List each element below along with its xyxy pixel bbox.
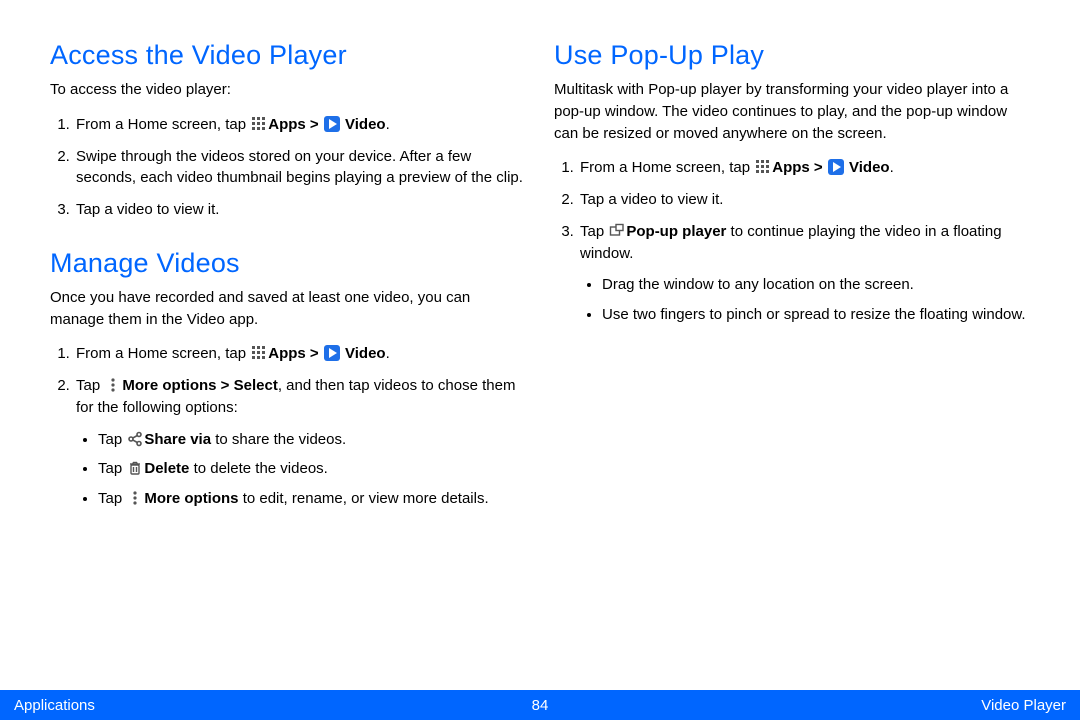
footer-right: Video Player [981,697,1066,714]
step-item: Tap More options > Select, and then tap … [74,370,526,519]
apps-grid-icon [251,345,267,361]
section-manage-videos: Manage Videos Once you have recorded and… [50,248,526,519]
apps-grid-icon [251,116,267,132]
right-column: Use Pop-Up Play Multitask with Pop-up pl… [554,40,1030,541]
intro-text: Once you have recorded and saved at leas… [50,287,526,331]
page-footer: Applications 84 Video Player [0,690,1080,720]
heading-popup: Use Pop-Up Play [554,40,1030,71]
bullet-item: Drag the window to any location on the s… [602,270,1030,300]
apps-grid-icon [755,159,771,175]
step-item: Tap a video to view it. [578,184,1030,216]
bullet-item: Tap Share via to share the videos. [98,425,526,455]
popup-steps: From a Home screen, tap Apps > Video. Ta… [554,152,1030,335]
step-item: Swipe through the videos stored on your … [74,141,526,195]
left-column: Access the Video Player To access the vi… [50,40,526,541]
video-play-icon [324,116,340,132]
step-item: From a Home screen, tap Apps > Video. [74,338,526,370]
section-popup-play: Use Pop-Up Play Multitask with Pop-up pl… [554,40,1030,335]
popup-window-icon [609,223,625,239]
more-options-icon [127,490,143,506]
step-item: From a Home screen, tap Apps > Video. [578,152,1030,184]
step-item: Tap a video to view it. [74,194,526,226]
step-item: From a Home screen, tap Apps > Video. [74,109,526,141]
heading-manage: Manage Videos [50,248,526,279]
video-play-icon [828,159,844,175]
video-play-icon [324,345,340,361]
access-steps: From a Home screen, tap Apps > Video. Sw… [50,109,526,226]
footer-left: Applications [14,697,95,714]
delete-icon [127,460,143,476]
manage-bullets: Tap Share via to share the videos. Tap D… [76,425,526,514]
more-options-icon [105,377,121,393]
bullet-item: Use two fingers to pinch or spread to re… [602,300,1030,330]
popup-bullets: Drag the window to any location on the s… [580,270,1030,330]
intro-text: Multitask with Pop-up player by transfor… [554,79,1030,144]
bullet-item: Tap More options to edit, rename, or vie… [98,484,526,514]
intro-text: To access the video player: [50,79,526,101]
step-item: Tap Pop-up player to continue playing th… [578,216,1030,335]
page-number: 84 [532,697,549,714]
section-access-video-player: Access the Video Player To access the vi… [50,40,526,226]
share-icon [127,431,143,447]
heading-access: Access the Video Player [50,40,526,71]
manage-steps: From a Home screen, tap Apps > Video. Ta… [50,338,526,519]
bullet-item: Tap Delete to delete the videos. [98,454,526,484]
